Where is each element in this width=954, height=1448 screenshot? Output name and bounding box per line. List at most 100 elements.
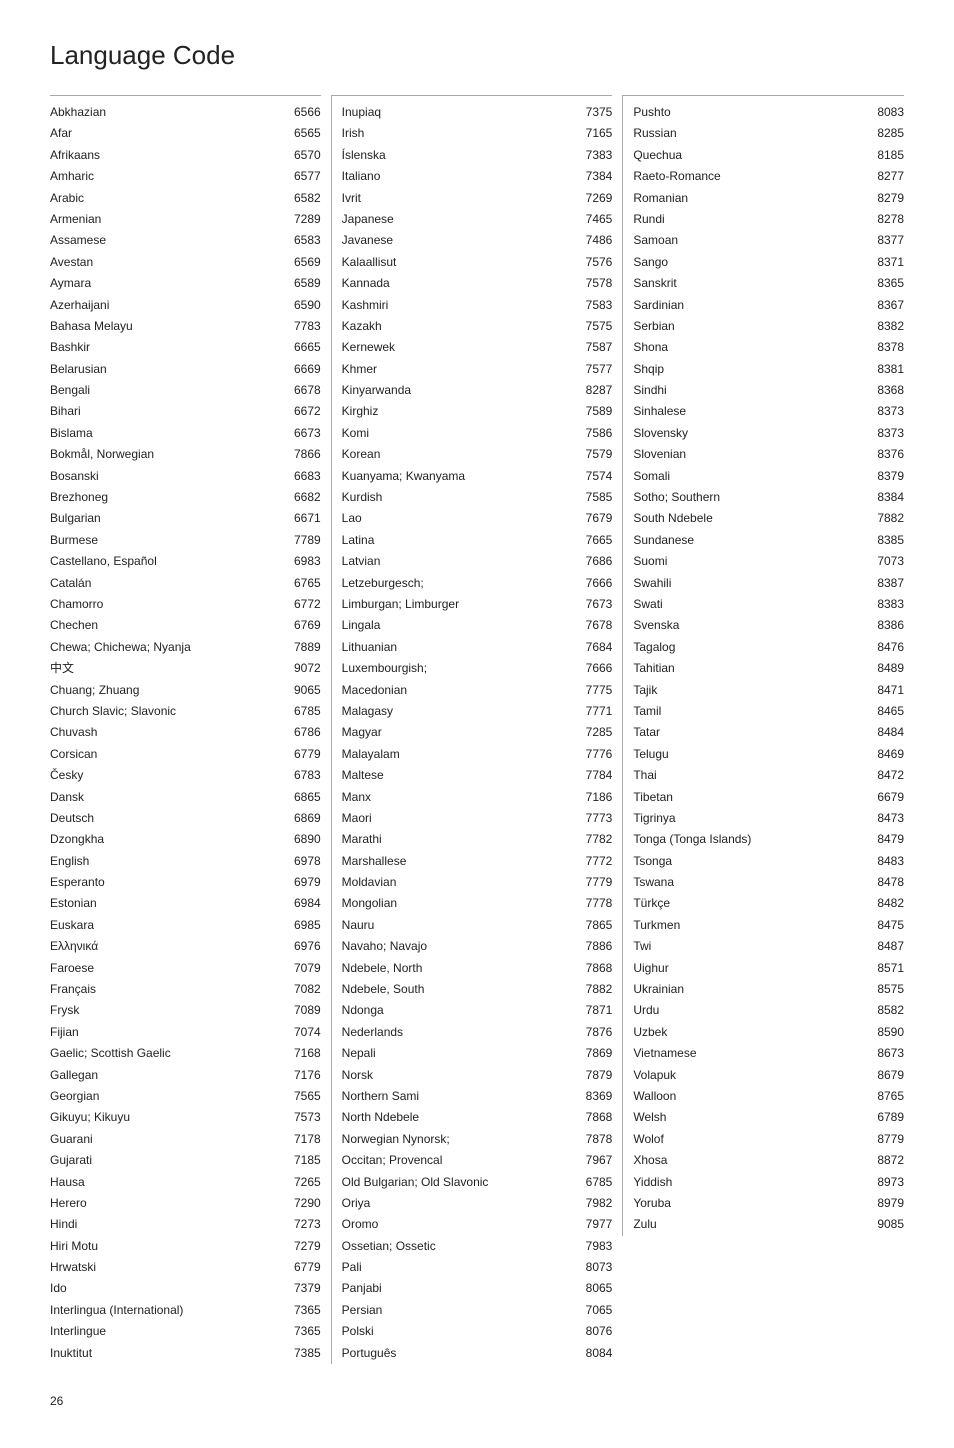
table-row: English6978 [50,851,321,872]
language-name: Uighur [633,960,866,977]
table-row: Maltese7784 [342,765,613,786]
language-code: 6683 [283,468,321,485]
language-code: 8779 [866,1131,904,1148]
language-name: Letzeburgesch; [342,575,575,592]
language-code: 6779 [283,746,321,763]
table-row: Kernewek7587 [342,337,613,358]
table-row: Malagasy7771 [342,701,613,722]
language-code: 7573 [283,1109,321,1126]
language-code: 7065 [574,1302,612,1319]
language-code: 7168 [283,1045,321,1062]
table-row: Gikuyu; Kikuyu7573 [50,1107,321,1128]
language-code: 7686 [574,553,612,570]
language-name: Quechua [633,147,866,164]
language-code: 7575 [574,318,612,335]
language-name: Marathi [342,831,575,848]
table-row: Panjabi8065 [342,1278,613,1299]
language-code: 7782 [574,831,612,848]
language-code: 8471 [866,682,904,699]
language-code: 7583 [574,297,612,314]
language-name: Ndebele, North [342,960,575,977]
language-code: 7876 [574,1024,612,1041]
table-row: Latvian7686 [342,551,613,572]
language-code: 7865 [574,917,612,934]
language-name: Dzongkha [50,831,283,848]
language-name: Ελληνικά [50,938,283,955]
table-row: Slovenian8376 [633,444,904,465]
table-row: Hiri Motu7279 [50,1236,321,1257]
language-code: 7383 [574,147,612,164]
language-code: 6983 [283,553,321,570]
language-code: 6786 [283,724,321,741]
language-code: 7882 [866,510,904,527]
language-name: Lingala [342,617,575,634]
table-row: Česky6783 [50,765,321,786]
table-row: Macedonian7775 [342,680,613,701]
language-code: 8386 [866,617,904,634]
language-name: Tsonga [633,853,866,870]
table-row: Mongolian7778 [342,893,613,914]
table-row: Church Slavic; Slavonic6785 [50,701,321,722]
table-row: Urdu8582 [633,1000,904,1021]
table-row: Íslenska7383 [342,145,613,166]
language-code: 8479 [866,831,904,848]
table-row: Svenska8386 [633,615,904,636]
language-name: Latina [342,532,575,549]
table-row: Aymara6589 [50,273,321,294]
language-name: Hindi [50,1216,283,1233]
language-code: 7586 [574,425,612,442]
language-name: Italiano [342,168,575,185]
table-row: Ελληνικά6976 [50,936,321,957]
language-name: Gallegan [50,1067,283,1084]
language-code: 8285 [866,125,904,142]
language-code: 7982 [574,1195,612,1212]
language-code: 7772 [574,853,612,870]
table-row: Lingala7678 [342,615,613,636]
language-code: 7678 [574,617,612,634]
language-code: 7379 [283,1280,321,1297]
language-code: 8368 [866,382,904,399]
language-name: Oriya [342,1195,575,1212]
language-code: 7879 [574,1067,612,1084]
table-row: Tonga (Tonga Islands)8479 [633,829,904,850]
language-name: Yiddish [633,1174,866,1191]
table-row: Uighur8571 [633,958,904,979]
language-code: 8379 [866,468,904,485]
table-row: Sindhi8368 [633,380,904,401]
language-code: 7889 [283,639,321,656]
page-number: 26 [50,1394,904,1408]
table-row: Khmer7577 [342,359,613,380]
language-code: 7771 [574,703,612,720]
table-row: Uzbek8590 [633,1022,904,1043]
language-code: 8278 [866,211,904,228]
language-code: 8084 [574,1345,612,1362]
language-column-3: Pushto8083Russian8285Quechua8185Raeto-Ro… [622,95,904,1236]
language-name: Türkçe [633,895,866,912]
language-code: 6785 [283,703,321,720]
language-code: 7289 [283,211,321,228]
language-code: 7585 [574,489,612,506]
table-row: Gujarati7185 [50,1150,321,1171]
language-name: Tibetan [633,789,866,806]
language-code: 8872 [866,1152,904,1169]
table-row: Fijian7074 [50,1022,321,1043]
language-code: 6672 [283,403,321,420]
language-code: 7265 [283,1174,321,1191]
language-code: 7576 [574,254,612,271]
language-name: Chuang; Zhuang [50,682,283,699]
language-name: Chuvash [50,724,283,741]
table-row: Chuvash6786 [50,722,321,743]
language-code: 8765 [866,1088,904,1105]
language-name: Inupiaq [342,104,575,121]
table-row: Northern Sami8369 [342,1086,613,1107]
language-code: 6570 [283,147,321,164]
language-code: 8371 [866,254,904,271]
table-row: Xhosa8872 [633,1150,904,1171]
language-code: 7365 [283,1323,321,1340]
table-row: Pushto8083 [633,102,904,123]
language-name: Shqip [633,361,866,378]
table-row: 中文9072 [50,658,321,679]
table-row: Kazakh7575 [342,316,613,337]
table-row: Bosanski6683 [50,466,321,487]
table-row: Guarani7178 [50,1129,321,1150]
